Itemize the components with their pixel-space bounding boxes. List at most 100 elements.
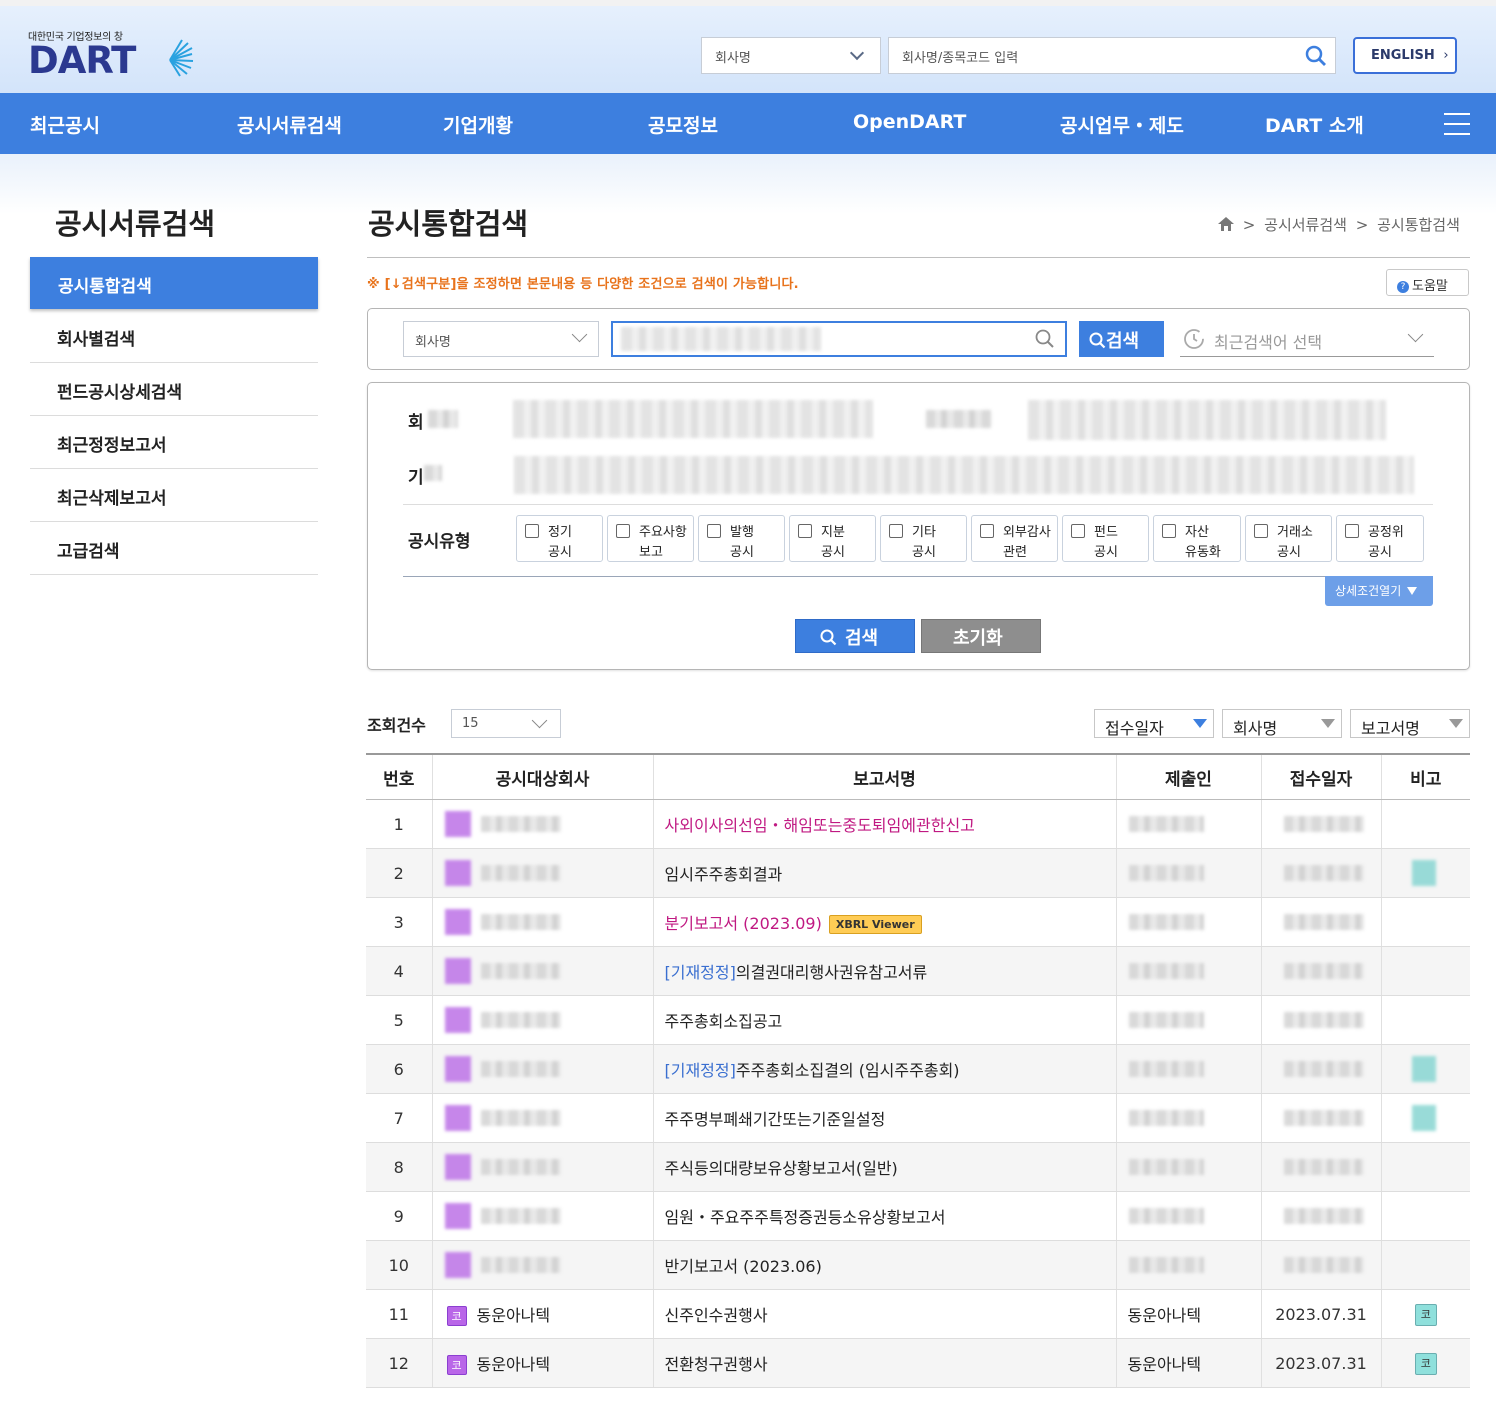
- company-cell[interactable]: 코 동운아나텍: [431, 1338, 653, 1388]
- report-cell[interactable]: 사외이사의선임・해임또는중도퇴임에관한신고: [652, 799, 1116, 849]
- nav-doc-search[interactable]: 공시서류검색: [237, 111, 342, 138]
- reset-button[interactable]: 초기화: [921, 619, 1041, 653]
- type-checkbox-major[interactable]: 주요사항 보고: [607, 515, 694, 562]
- header-search-type-select[interactable]: 회사명: [701, 37, 881, 74]
- company-name[interactable]: 동운아나텍: [477, 1355, 551, 1374]
- nav-disclosure-system[interactable]: 공시업무・제도: [1060, 111, 1184, 138]
- xbrl-viewer-button[interactable]: XBRL Viewer: [828, 915, 922, 934]
- company-cell[interactable]: [431, 946, 653, 996]
- row-number: 1: [366, 799, 432, 849]
- checkbox-icon[interactable]: [889, 524, 903, 538]
- search-icon[interactable]: [1035, 329, 1055, 349]
- company-cell[interactable]: [431, 897, 653, 947]
- company-cell[interactable]: [431, 995, 653, 1045]
- submitter-cell: [1115, 1191, 1261, 1241]
- company-cell[interactable]: [431, 1044, 653, 1094]
- recent-search-select[interactable]: 최근검색어 선택: [1180, 321, 1434, 357]
- report-name[interactable]: 사외이사의선임・해임또는중도퇴임에관한신고: [665, 816, 975, 835]
- company-cell[interactable]: [431, 1142, 653, 1192]
- hamburger-menu-icon[interactable]: [1444, 113, 1470, 143]
- sidebar-item-integrated-search[interactable]: 공시통합검색: [30, 257, 318, 309]
- report-cell[interactable]: 주식등의대량보유상황보고서(일반): [652, 1142, 1116, 1192]
- report-name[interactable]: 주주명부폐쇄기간또는기준일설정: [665, 1110, 886, 1129]
- sidebar-item-recent-deleted[interactable]: 최근삭제보고서: [30, 469, 318, 522]
- sort-by-company-select[interactable]: 회사명: [1222, 709, 1342, 738]
- report-name[interactable]: 주식등의대량보유상황보고서(일반): [665, 1159, 898, 1178]
- company-name[interactable]: 동운아나텍: [477, 1306, 551, 1325]
- english-button[interactable]: ENGLISH ›: [1353, 37, 1457, 74]
- report-name[interactable]: 임원・주요주주특정증권등소유상황보고서: [665, 1208, 946, 1227]
- checkbox-icon[interactable]: [980, 524, 994, 538]
- report-cell[interactable]: [기재정정]의결권대리행사권유참고서류: [652, 946, 1116, 996]
- report-name[interactable]: 주주총회소집결의 (임시주주총회): [736, 1061, 960, 1080]
- nav-dart-intro[interactable]: DART 소개: [1265, 111, 1364, 138]
- checkbox-icon[interactable]: [1071, 524, 1085, 538]
- report-cell[interactable]: 반기보고서 (2023.06): [652, 1240, 1116, 1290]
- report-name[interactable]: 전환청구권행사: [665, 1355, 768, 1374]
- breadcrumb-item[interactable]: 공시통합검색: [1377, 216, 1460, 234]
- type-checkbox-regular[interactable]: 정기 공시: [516, 515, 603, 562]
- search-icon[interactable]: [1305, 45, 1327, 67]
- report-cell[interactable]: 분기보고서 (2023.09) XBRL Viewer: [652, 897, 1116, 947]
- report-name[interactable]: 주주총회소집공고: [665, 1012, 783, 1031]
- checkbox-icon[interactable]: [1162, 524, 1176, 538]
- report-cell[interactable]: 임시주주총회결과: [652, 848, 1116, 898]
- checkbox-icon[interactable]: [1345, 524, 1359, 538]
- checkbox-icon[interactable]: [798, 524, 812, 538]
- report-cell[interactable]: 주주총회소집공고: [652, 995, 1116, 1045]
- report-name[interactable]: 분기보고서 (2023.09): [665, 914, 822, 933]
- search-type-select[interactable]: 회사명: [403, 321, 599, 357]
- count-select[interactable]: 15: [451, 709, 561, 738]
- company-cell[interactable]: [431, 1093, 653, 1143]
- breadcrumb-item[interactable]: 공시서류검색: [1264, 216, 1347, 234]
- report-cell[interactable]: 전환청구권행사: [652, 1338, 1116, 1388]
- company-cell[interactable]: [431, 848, 653, 898]
- type-checkbox-fund[interactable]: 펀드 공시: [1062, 515, 1149, 562]
- sidebar-item-recent-amended[interactable]: 최근정정보고서: [30, 416, 318, 469]
- company-cell[interactable]: [431, 1240, 653, 1290]
- report-name[interactable]: 임시주주총회결과: [665, 865, 783, 884]
- detail-toggle-button[interactable]: 상세조건열기: [1325, 576, 1433, 606]
- checkbox-icon[interactable]: [707, 524, 721, 538]
- report-name[interactable]: 반기보고서 (2023.06): [665, 1257, 822, 1276]
- search-keyword-input[interactable]: [611, 321, 1067, 357]
- sort-by-date-select[interactable]: 접수일자: [1094, 709, 1214, 738]
- checkbox-icon[interactable]: [525, 524, 539, 538]
- report-cell[interactable]: 임원・주요주주특정증권등소유상황보고서: [652, 1191, 1116, 1241]
- home-icon[interactable]: [1218, 217, 1234, 231]
- company-cell[interactable]: [431, 799, 653, 849]
- sidebar-item-fund-search[interactable]: 펀드공시상세검색: [30, 363, 318, 416]
- redacted-text: [1128, 865, 1204, 881]
- nav-opendart[interactable]: OpenDART: [853, 111, 966, 133]
- help-button[interactable]: ? 도움말: [1386, 269, 1469, 296]
- checkbox-icon[interactable]: [1254, 524, 1268, 538]
- header-search-input[interactable]: 회사명/종목코드 입력: [888, 37, 1336, 74]
- company-cell[interactable]: 코 동운아나텍: [431, 1289, 653, 1339]
- breadcrumb-separator: >: [1355, 216, 1369, 234]
- checkbox-icon[interactable]: [616, 524, 630, 538]
- report-name[interactable]: 신주인수권행사: [665, 1306, 768, 1325]
- type-checkbox-other[interactable]: 기타 공시: [880, 515, 967, 562]
- type-checkbox-equity[interactable]: 지분 공시: [789, 515, 876, 562]
- type-checkbox-issuance[interactable]: 발행 공시: [698, 515, 785, 562]
- report-cell[interactable]: 주주명부폐쇄기간또는기준일설정: [652, 1093, 1116, 1143]
- report-name[interactable]: 의결권대리행사권유참고서류: [736, 963, 927, 982]
- nav-company-overview[interactable]: 기업개황: [443, 111, 513, 138]
- type-checkbox-securitization[interactable]: 자산 유동화: [1153, 515, 1241, 562]
- table-row: 9 임원・주요주주특정증권등소유상황보고서: [366, 1191, 1470, 1241]
- type-checkbox-ftc[interactable]: 공정위 공시: [1336, 515, 1424, 562]
- nav-recent[interactable]: 최근공시: [30, 111, 100, 138]
- report-cell[interactable]: 신주인수권행사: [652, 1289, 1116, 1339]
- results-table: 번호 공시대상회사 보고서명 제출인 접수일자 비고 1 사외이사의선임・해임또는…: [366, 753, 1470, 1388]
- report-cell[interactable]: [기재정정]주주총회소집결의 (임시주주총회): [652, 1044, 1116, 1094]
- sidebar-item-company-search[interactable]: 회사별검색: [30, 310, 318, 363]
- type-checkbox-external-audit[interactable]: 외부감사 관련: [971, 515, 1058, 562]
- type-checkbox-exchange[interactable]: 거래소 공시: [1245, 515, 1332, 562]
- company-cell[interactable]: [431, 1191, 653, 1241]
- dart-logo[interactable]: 대한민국 기업정보의 창 DART: [28, 28, 194, 79]
- form-search-button[interactable]: 검색: [795, 619, 915, 653]
- sidebar-item-advanced-search[interactable]: 고급검색: [30, 522, 318, 575]
- nav-offering-info[interactable]: 공모정보: [648, 111, 718, 138]
- sort-by-report-select[interactable]: 보고서명: [1350, 709, 1470, 738]
- search-button[interactable]: 검색: [1079, 321, 1164, 357]
